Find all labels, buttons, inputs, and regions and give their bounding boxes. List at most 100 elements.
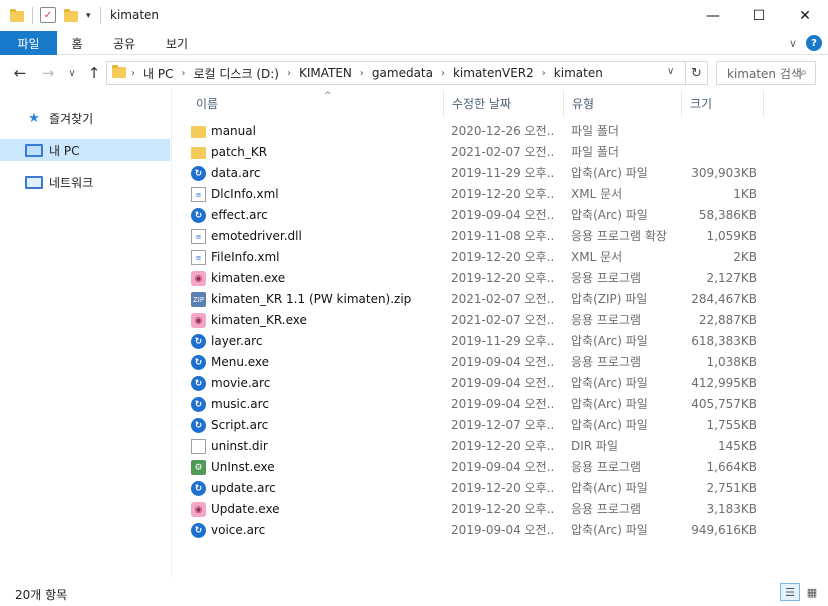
file-type: 압축(Arc) 파일 [571, 523, 648, 537]
breadcrumb-item[interactable]: kimaten [554, 66, 603, 80]
file-date: 2019-11-08 오후... [451, 229, 555, 243]
new-folder-icon[interactable] [64, 7, 78, 25]
file-row[interactable]: ⚙ UnInst.exe 2019-09-04 오전... 응용 프로그램 1,664K… [188, 457, 788, 478]
file-row[interactable]: ≡ FileInfo.xml 2019-12-20 오후... XML 문서 2KB [188, 247, 788, 268]
file-size: 22,887KB [698, 313, 757, 327]
column-header-label: 이름 [196, 97, 219, 111]
file-row[interactable]: ≡ DlcInfo.xml 2019-12-20 오후... XML 문서 1KB [188, 184, 788, 205]
chevron-right-icon[interactable]: › [360, 68, 364, 79]
network-icon [25, 175, 43, 189]
customize-toolbar-icon[interactable]: ▾ [86, 7, 91, 25]
chevron-right-icon[interactable]: › [181, 68, 185, 79]
folder-icon [10, 7, 24, 25]
chevron-right-icon[interactable]: › [542, 68, 546, 79]
column-header-size[interactable]: 크기 [682, 91, 764, 116]
tab-view[interactable]: 보기 [152, 31, 202, 55]
file-row[interactable]: ↻ music.arc 2019-09-04 오전... 압축(Arc) 파일 405,… [188, 394, 788, 415]
chevron-right-icon[interactable]: › [287, 68, 291, 79]
recent-locations-button[interactable]: ∨ [62, 62, 82, 84]
file-row[interactable]: ◉ kimaten.exe 2019-12-20 오후... 응용 프로그램 2,127… [188, 268, 788, 289]
file-row[interactable]: ↻ update.arc 2019-12-20 오후... 압축(Arc) 파일 2,7… [188, 478, 788, 499]
file-row[interactable]: ↻ Script.arc 2019-12-07 오후... 압축(Arc) 파일 1,7… [188, 415, 788, 436]
sidebar-item-label: 네트워크 [49, 175, 94, 190]
file-size: 1,038KB [706, 355, 757, 369]
file-row[interactable]: ↻ layer.arc 2019-11-29 오후... 압축(Arc) 파일 618,… [188, 331, 788, 352]
tab-home[interactable]: 홈 [57, 31, 97, 55]
sidebar-item-this-pc[interactable]: 내 PC [0, 139, 170, 161]
up-button[interactable]: ↑ [84, 62, 104, 84]
help-icon[interactable]: ? [806, 35, 822, 51]
file-name: manual [211, 124, 256, 138]
file-row[interactable]: uninst.dir 2019-12-20 오후... DIR 파일 145KB [188, 436, 788, 457]
column-header-date[interactable]: 수정한 날짜 [444, 91, 564, 116]
breadcrumb-item[interactable]: 내 PC [143, 65, 173, 82]
computer-icon [25, 143, 43, 157]
plain-file-icon [191, 439, 206, 454]
file-size: 58,386KB [698, 208, 757, 222]
breadcrumb-item[interactable]: gamedata [372, 66, 433, 80]
doc-file-icon: ≡ [191, 250, 206, 265]
sidebar-item-quick-access[interactable]: ★ 즐겨찾기 [0, 107, 170, 129]
close-button[interactable]: ✕ [782, 0, 828, 31]
doc-file-icon: ≡ [191, 229, 206, 244]
file-date: 2019-11-29 오후... [451, 334, 555, 348]
item-count: 20개 항목 [15, 588, 68, 602]
sidebar-item-network[interactable]: 네트워크 [0, 171, 170, 193]
search-input[interactable]: kimaten 검색 ⌕ [716, 61, 816, 85]
file-date: 2019-11-29 오후... [451, 166, 555, 180]
file-size: 1,664KB [706, 460, 757, 474]
file-type: XML 문서 [571, 187, 623, 201]
file-name: voice.arc [211, 523, 266, 537]
file-row[interactable]: ↻ effect.arc 2019-09-04 오전... 압축(Arc) 파일 58,… [188, 205, 788, 226]
breadcrumb-item[interactable]: KIMATEN [299, 66, 352, 80]
file-row[interactable]: manual 2020-12-26 오전... 파일 폴더 [188, 121, 788, 142]
arc-file-icon: ↻ [191, 334, 206, 349]
expand-ribbon-icon[interactable]: ∨ [784, 31, 802, 55]
maximize-button[interactable]: ☐ [736, 0, 782, 31]
column-header-name[interactable]: 이름 ^ [188, 91, 444, 116]
chevron-right-icon[interactable]: › [441, 68, 445, 79]
column-header-type[interactable]: 유형 [564, 91, 682, 116]
file-row[interactable]: ↻ data.arc 2019-11-29 오후... 압축(Arc) 파일 309,9… [188, 163, 788, 184]
file-size: 618,383KB [691, 334, 757, 348]
file-name: Update.exe [211, 502, 280, 516]
file-row[interactable]: ↻ voice.arc 2019-09-04 오전... 압축(Arc) 파일 949,… [188, 520, 788, 541]
breadcrumb-item[interactable]: 로컬 디스크 (D:) [193, 65, 278, 82]
file-name: effect.arc [211, 208, 268, 222]
file-row[interactable]: ↻ movie.arc 2019-09-04 오전... 압축(Arc) 파일 412,… [188, 373, 788, 394]
arc-file-icon: ↻ [191, 481, 206, 496]
tab-file[interactable]: 파일 [0, 31, 57, 55]
tab-share[interactable]: 공유 [100, 31, 148, 55]
file-size: 412,995KB [691, 376, 757, 390]
back-button[interactable]: ← [10, 62, 30, 84]
address-bar[interactable]: › 내 PC › 로컬 디스크 (D:) › KIMATEN › gamedat… [106, 61, 708, 85]
file-name: kimaten.exe [211, 271, 286, 285]
file-row[interactable]: ≡ emotedriver.dll 2019-11-08 오후... 응용 프로그램 … [188, 226, 788, 247]
chevron-right-icon: › [131, 67, 135, 79]
file-size: 1,059KB [706, 229, 757, 243]
file-size: 3,183KB [706, 502, 757, 516]
file-row[interactable]: ZIP kimaten_KR 1.1 (PW kimaten).zip 2021-0… [188, 289, 788, 310]
file-date: 2019-12-20 오후... [451, 439, 555, 453]
arc-file-icon: ↻ [191, 376, 206, 391]
details-view-button[interactable]: ☰ [780, 583, 800, 601]
file-name: DlcInfo.xml [211, 187, 279, 201]
file-name: update.arc [211, 481, 276, 495]
file-date: 2019-12-20 오후... [451, 250, 555, 264]
breadcrumb-item[interactable]: kimatenVER2 [453, 66, 534, 80]
sidebar-item-label: 즐겨찾기 [49, 111, 94, 126]
minimize-button[interactable]: — [690, 0, 736, 31]
file-date: 2019-12-20 오후... [451, 502, 555, 516]
file-row[interactable]: patch_KR 2021-02-07 오전... 파일 폴더 [188, 142, 788, 163]
large-icons-view-button[interactable]: ▦ [802, 583, 822, 601]
file-size: 1,755KB [706, 418, 757, 432]
file-row[interactable]: ◉ kimaten_KR.exe 2021-02-07 오전... 응용 프로그램 22… [188, 310, 788, 331]
status-bar: 20개 항목 ☰ ▦ [0, 578, 828, 606]
forward-button[interactable]: → [38, 62, 58, 84]
refresh-button[interactable]: ↻ [685, 62, 707, 84]
file-type: 파일 폴더 [571, 124, 619, 138]
properties-icon[interactable]: ✓ [40, 7, 56, 23]
address-dropdown-icon[interactable]: ∨ [667, 66, 674, 77]
file-row[interactable]: ◉ Update.exe 2019-12-20 오후... 응용 프로그램 3,183K… [188, 499, 788, 520]
file-row[interactable]: ↻ Menu.exe 2019-09-04 오전... 응용 프로그램 1,038KB [188, 352, 788, 373]
